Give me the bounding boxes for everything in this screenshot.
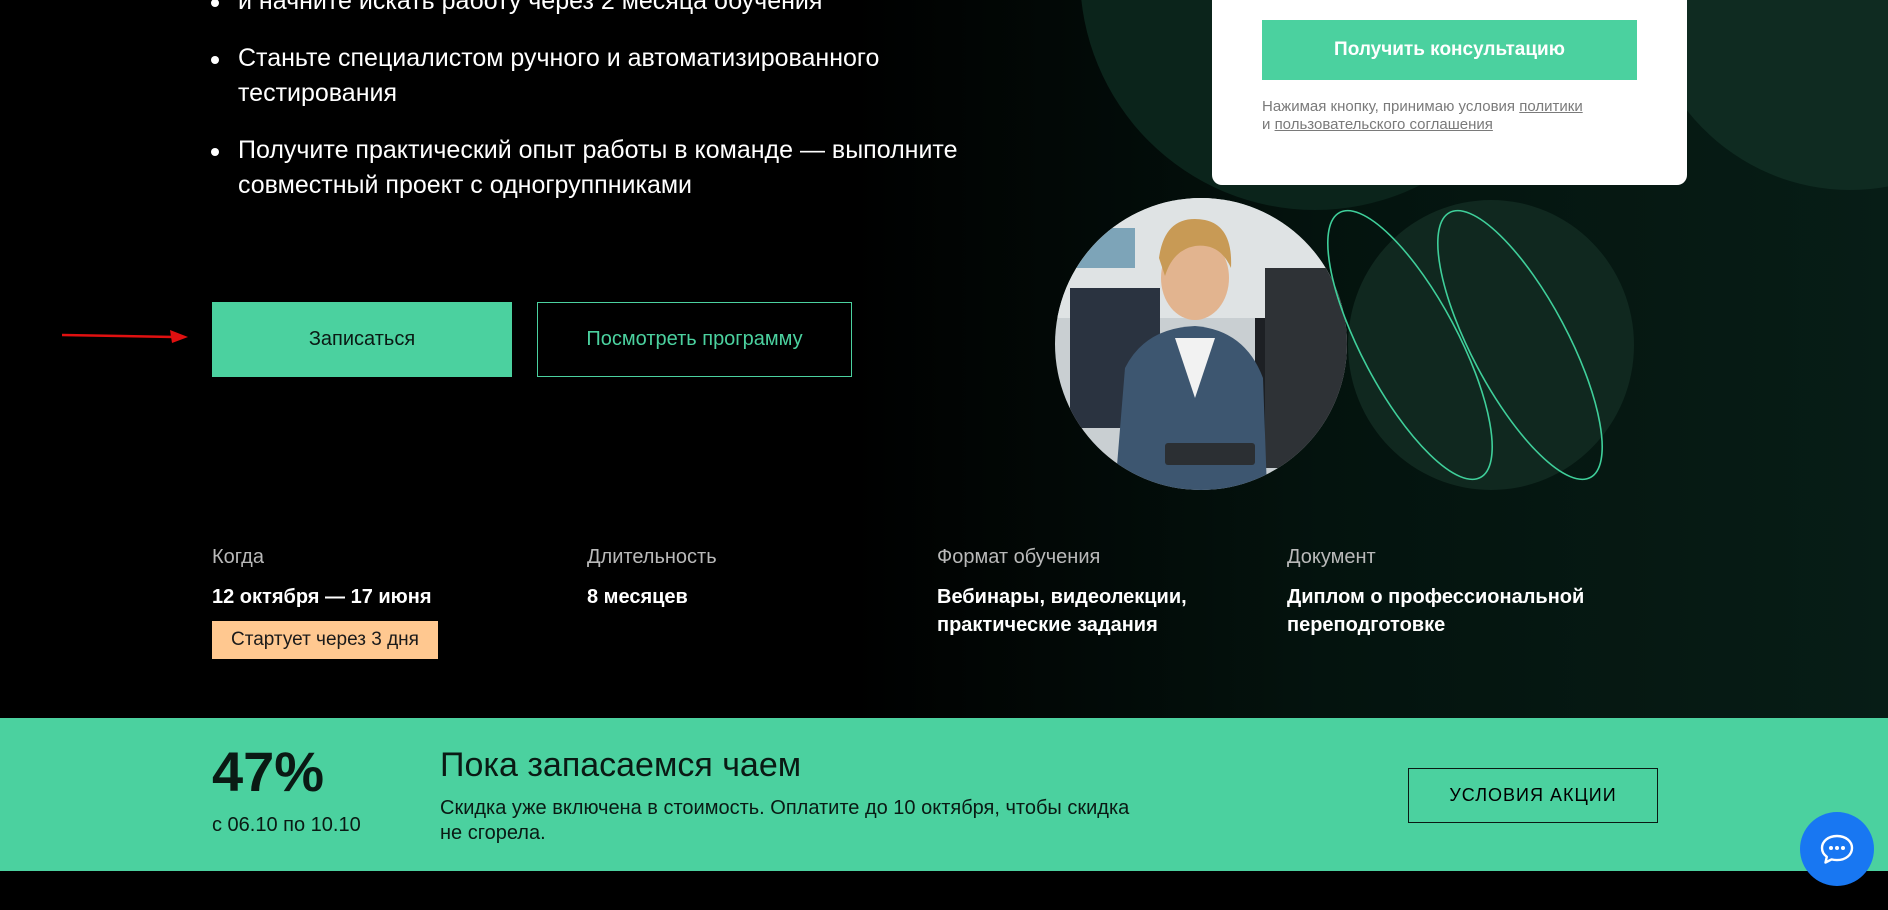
promo-title: Пока запасаемся чаем <box>440 746 802 784</box>
info-value: Диплом о профессиональной переподготовке <box>1287 586 1585 636</box>
hero-section: и начните искать работу через 2 месяца о… <box>0 0 1888 718</box>
info-format: Формат обучения Вебинары, видеолекции, п… <box>937 545 1267 639</box>
promo-banner: 47% с 06.10 по 10.10 Пока запасаемся чае… <box>0 718 1888 871</box>
info-duration: Длительность 8 месяцев <box>587 545 917 611</box>
consultation-card: Получить консультацию Нажимая кнопку, пр… <box>1212 0 1687 185</box>
info-label: Длительность <box>587 546 717 568</box>
benefit-item: Получите практический опыт работы в кома… <box>211 133 978 203</box>
chat-bubble-icon <box>1820 834 1854 864</box>
info-label: Формат обучения <box>937 546 1101 568</box>
enroll-button[interactable]: Записаться <box>212 302 512 377</box>
info-value: Вебинары, видеолекции, практические зада… <box>937 586 1187 636</box>
discount-percent: 47% <box>212 740 325 803</box>
info-value: 8 месяцев <box>587 586 688 608</box>
agreement-link[interactable]: пользовательского соглашения <box>1275 116 1493 133</box>
info-value: 12 октября — 17 июня <box>212 586 432 608</box>
info-document: Документ Диплом о профессиональной переп… <box>1287 545 1617 639</box>
benefits-list: и начните искать работу через 2 месяца о… <box>211 0 978 225</box>
red-arrow-annotation <box>62 330 188 343</box>
chat-button[interactable] <box>1800 812 1874 886</box>
benefit-item: Станьте специалистом ручного и автоматиз… <box>211 41 978 111</box>
consent-and: и <box>1262 116 1271 133</box>
consent-text: Нажимая кнопку, принимаю условия <box>1262 98 1516 115</box>
view-program-button[interactable]: Посмотреть программу <box>537 302 852 377</box>
policy-link[interactable]: политики <box>1519 98 1582 115</box>
get-consultation-button[interactable]: Получить консультацию <box>1262 20 1637 80</box>
info-label: Когда <box>212 546 264 568</box>
promo-terms-button[interactable]: УСЛОВИЯ АКЦИИ <box>1408 768 1658 823</box>
promo-dates: с 06.10 по 10.10 <box>212 814 361 836</box>
decor-rings <box>1327 209 1603 481</box>
consent-note: Нажимая кнопку, принимаю условия политик… <box>1262 98 1642 134</box>
start-badge: Стартует через 3 дня <box>212 621 438 659</box>
promo-text: Скидка уже включена в стоимость. Оплатит… <box>440 797 1130 844</box>
benefit-item: и начните искать работу через 2 месяца о… <box>211 0 978 19</box>
info-label: Документ <box>1287 546 1376 568</box>
info-when: Когда 12 октября — 17 июня Стартует чере… <box>212 545 542 659</box>
